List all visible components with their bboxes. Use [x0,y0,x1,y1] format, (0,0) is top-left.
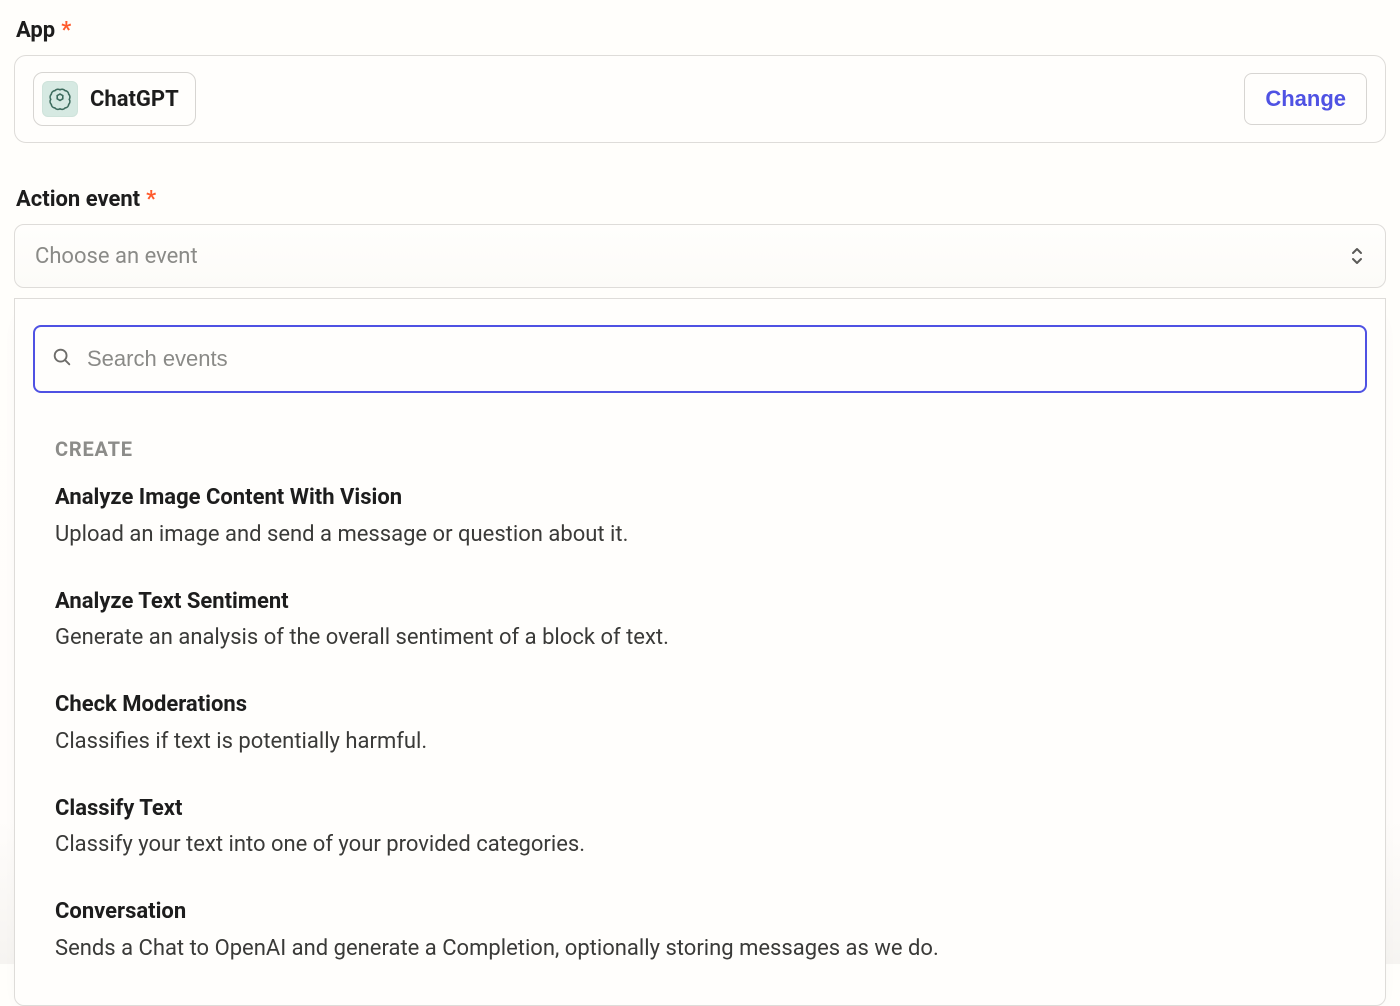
selected-app-name: ChatGPT [90,87,179,112]
event-option-desc: Upload an image and send a message or qu… [55,519,1345,551]
chevron-up-down-icon [1349,246,1365,266]
selected-app-chip[interactable]: ChatGPT [33,72,196,126]
app-label-text: App [16,18,55,43]
event-option[interactable]: Conversation Sends a Chat to OpenAI and … [55,897,1345,965]
event-option[interactable]: Analyze Image Content With Vision Upload… [55,483,1345,587]
event-options-list: Analyze Image Content With Vision Upload… [33,483,1367,965]
action-event-label: Action event * [16,187,1386,212]
action-event-label-text: Action event [16,187,140,212]
event-option[interactable]: Classify Text Classify your text into on… [55,794,1345,898]
event-option-title: Check Moderations [55,690,1345,720]
action-event-dropdown: CREATE Analyze Image Content With Vision… [14,298,1386,1006]
event-option-desc: Classify your text into one of your prov… [55,829,1345,861]
app-label: App * [16,18,1386,43]
action-event-placeholder: Choose an event [35,244,198,269]
event-option-title: Analyze Text Sentiment [55,587,1345,617]
event-option-desc: Generate an analysis of the overall sent… [55,622,1345,654]
chatgpt-icon [42,81,78,117]
search-icon [51,346,73,372]
required-star-icon: * [61,18,71,43]
action-event-select[interactable]: Choose an event [14,224,1386,288]
event-option-title: Analyze Image Content With Vision [55,483,1345,513]
event-option[interactable]: Analyze Text Sentiment Generate an analy… [55,587,1345,691]
event-option[interactable]: Check Moderations Classifies if text is … [55,690,1345,794]
required-star-icon: * [146,187,156,212]
event-option-desc: Classifies if text is potentially harmfu… [55,726,1345,758]
dropdown-group-heading: CREATE [55,437,1367,461]
search-events-field[interactable] [33,325,1367,393]
app-selector: ChatGPT Change [14,55,1386,143]
event-option-title: Conversation [55,897,1345,927]
event-option-title: Classify Text [55,794,1345,824]
change-app-button[interactable]: Change [1244,73,1367,125]
search-events-input[interactable] [87,346,1349,372]
form-root: App * ChatGPT Change Action event * Choo… [0,0,1400,1006]
event-option-desc: Sends a Chat to OpenAI and generate a Co… [55,933,1345,965]
